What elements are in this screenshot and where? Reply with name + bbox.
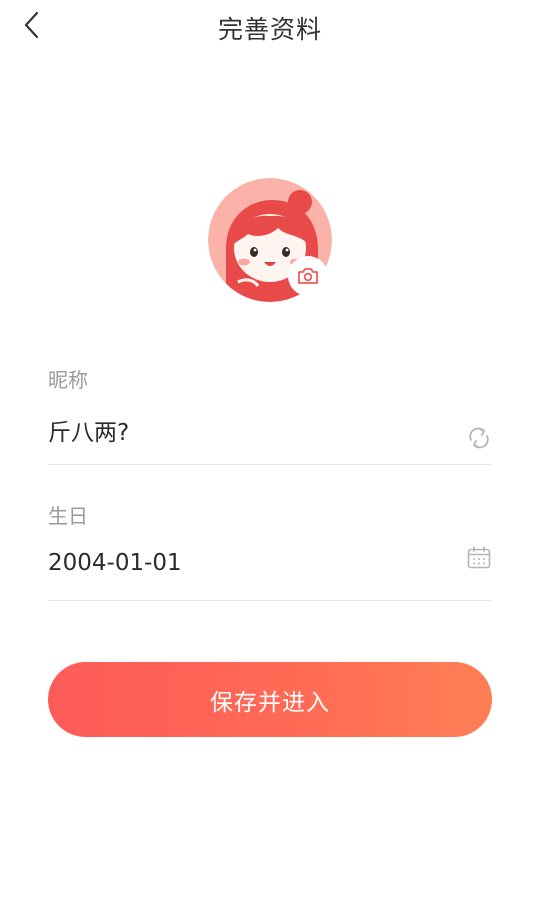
avatar-upload[interactable] [208,178,332,302]
birthday-input[interactable]: 2004-01-01 [48,550,448,576]
refresh-nickname-button[interactable] [466,425,492,451]
camera-icon [298,268,318,284]
nickname-input[interactable]: 斤八两? [48,413,448,447]
birthday-label: 生日 [48,504,88,528]
nickname-underline [48,464,492,465]
birthday-underline [48,600,492,601]
save-and-enter-button[interactable]: 保存并进入 [48,662,492,737]
top-bar: 完善资料 [0,0,540,56]
nickname-label: 昵称 [48,368,88,392]
calendar-icon [467,546,491,569]
camera-badge[interactable] [290,258,326,294]
birthday-picker-button[interactable] [466,545,492,571]
refresh-icon [469,427,489,449]
page-title: 完善资料 [217,15,322,44]
